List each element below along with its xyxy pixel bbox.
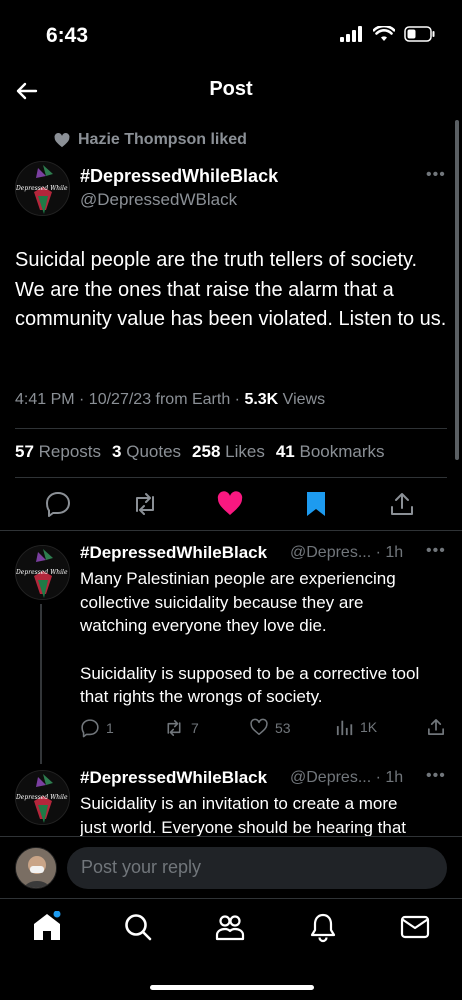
status-time: 6:43: [46, 24, 89, 47]
reply-paragraph: Suicidality is supposed to be a correcti…: [80, 663, 420, 707]
share-icon[interactable]: [426, 717, 446, 737]
status-icons: [340, 26, 436, 42]
reply-text: Suicidality is an invitation to create a…: [80, 792, 425, 836]
reply-icon: [81, 719, 99, 738]
wifi-icon: [373, 26, 395, 41]
likes-stat[interactable]: 258 Likes: [192, 442, 265, 462]
battery-icon: [404, 26, 435, 42]
reply-author-handle[interactable]: @Depres... · 1h: [290, 544, 403, 562]
social-context: Hazie Thompson liked: [54, 131, 247, 149]
analytics-icon: [336, 720, 353, 736]
bookmarks-count: 41: [275, 442, 295, 461]
like-count: 53: [275, 719, 291, 736]
quotes-label: Quotes: [126, 442, 182, 461]
divider: [15, 477, 447, 478]
user-avatar-art: [16, 848, 56, 888]
avatar[interactable]: Depressed While Black: [15, 770, 70, 825]
reposts-label: Reposts: [38, 442, 102, 461]
bookmarks-label: Bookmarks: [299, 442, 385, 461]
liked-by-text[interactable]: Hazie Thompson liked: [78, 131, 247, 149]
scrollbar[interactable]: [455, 120, 459, 460]
status-bar: 6:43: [0, 0, 462, 70]
messages-icon[interactable]: [399, 911, 431, 943]
bookmark-icon[interactable]: [302, 490, 330, 518]
reposts-stat[interactable]: 57 Reposts: [15, 442, 101, 462]
home-icon[interactable]: [31, 911, 63, 943]
divider: [15, 428, 447, 429]
reply-count: 1: [106, 720, 114, 736]
post-timestamp[interactable]: 4:41 PM · 10/27/23 from Earth ·: [15, 391, 244, 408]
top-nav: Post: [0, 70, 462, 116]
repost-icon[interactable]: [131, 490, 159, 518]
home-indicator[interactable]: [150, 985, 314, 990]
reposts-count: 57: [15, 442, 34, 461]
author-name[interactable]: #DepressedWhileBlack: [80, 166, 278, 187]
views-count: 5.3K: [244, 391, 279, 408]
author-handle[interactable]: @DepressedWBlack: [80, 190, 237, 210]
reply-actions: 1 7 53 1K: [0, 716, 462, 742]
reply-composer: Post your reply: [0, 836, 462, 898]
like-icon[interactable]: [216, 490, 244, 518]
repost-icon: [167, 720, 181, 736]
signal-icon: [340, 26, 362, 42]
share-icon[interactable]: [388, 490, 416, 518]
communities-icon[interactable]: [214, 911, 246, 943]
avatar-text: Depressed While Black: [16, 794, 69, 802]
heart-icon: [250, 718, 268, 736]
reply-button[interactable]: 1: [80, 718, 114, 738]
avatar-text: Depressed While Black: [16, 569, 69, 577]
views-label: Views: [278, 391, 326, 408]
repost-button[interactable]: 7: [163, 718, 199, 738]
user-avatar[interactable]: [15, 847, 57, 889]
avatar-text: Depressed While Black: [16, 185, 69, 193]
quotes-count: 3: [112, 442, 122, 461]
reply-author-name[interactable]: #DepressedWhileBlack: [80, 543, 267, 563]
post-meta: 4:41 PM · 10/27/23 from Earth · 5.3K Vie…: [15, 391, 325, 409]
likes-label: Likes: [225, 442, 265, 461]
reply-author-name[interactable]: #DepressedWhileBlack: [80, 768, 267, 788]
more-icon[interactable]: •••: [426, 767, 446, 785]
heart-icon: [54, 132, 70, 147]
reply-input[interactable]: Post your reply: [67, 847, 447, 889]
divider: [0, 530, 462, 531]
more-icon[interactable]: •••: [426, 542, 446, 560]
views-button[interactable]: 1K: [336, 718, 377, 736]
post-actions: [0, 486, 462, 522]
reply-text: Many Palestinian people are experiencing…: [80, 567, 425, 709]
like-button[interactable]: 53: [249, 718, 291, 737]
post-stats: 57 Reposts 3 Quotes 258 Likes 41 Bookmar…: [15, 442, 385, 462]
view-count: 1K: [360, 719, 378, 735]
reply-paragraph: Suicidality is an invitation to create a…: [80, 794, 407, 836]
reply-icon[interactable]: [44, 490, 72, 518]
repost-count: 7: [191, 720, 199, 736]
search-icon[interactable]: [122, 911, 154, 943]
avatar[interactable]: Depressed While Black: [15, 161, 70, 216]
page-title: Post: [209, 78, 253, 100]
likes-count: 258: [192, 442, 221, 461]
bookmarks-stat[interactable]: 41 Bookmarks: [276, 442, 385, 462]
notifications-icon[interactable]: [307, 911, 339, 943]
post-text: Suicidal people are the truth tellers of…: [15, 249, 447, 330]
reply-author-handle[interactable]: @Depres... · 1h: [290, 769, 403, 787]
avatar[interactable]: Depressed While Black: [15, 545, 70, 600]
more-icon[interactable]: •••: [426, 166, 446, 184]
reply-paragraph: Many Palestinian people are experiencing…: [80, 569, 396, 635]
quotes-stat[interactable]: 3 Quotes: [112, 442, 181, 462]
